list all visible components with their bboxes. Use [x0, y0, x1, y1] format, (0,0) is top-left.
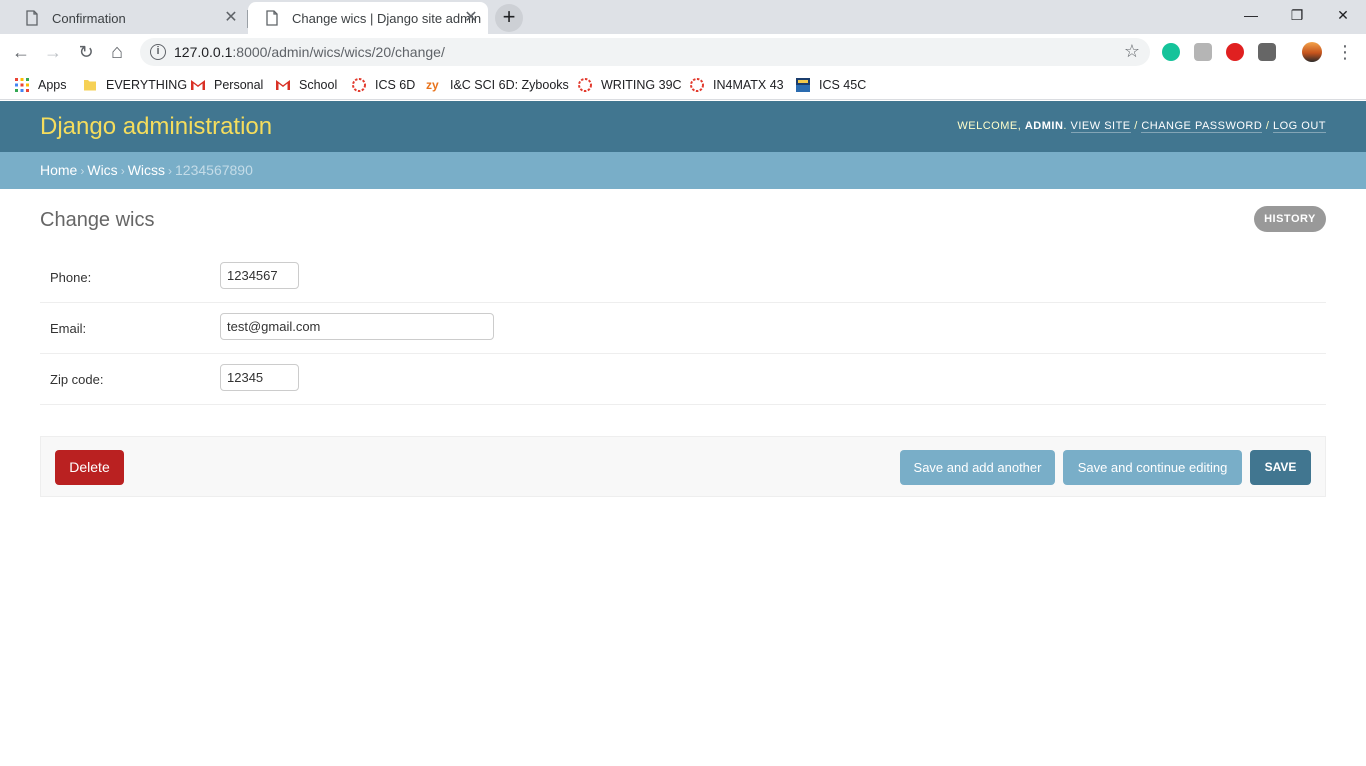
phone-field[interactable] — [220, 262, 299, 289]
delete-button[interactable]: Delete — [55, 450, 124, 485]
extension-icon[interactable] — [1194, 43, 1212, 61]
tab-close-icon[interactable]: ✕ — [222, 9, 240, 27]
adblock-extension-icon[interactable] — [1226, 43, 1244, 61]
bookmark-zybooks[interactable]: zy I&C SCI 6D: Zybooks — [426, 76, 569, 94]
site-branding[interactable]: Django administration — [40, 113, 272, 141]
restore-button[interactable]: ❐ — [1274, 0, 1320, 32]
site-info-icon[interactable]: i — [150, 44, 166, 60]
breadcrumb-separator: › — [120, 164, 125, 178]
url-path: :8000/admin/wics/wics/20/change/ — [232, 44, 445, 60]
zybooks-icon: zy — [426, 78, 439, 92]
page-title: Change wics — [40, 209, 155, 231]
welcome-text: WELCOME, — [957, 120, 1022, 132]
bookmark-label: Personal — [214, 78, 264, 92]
bookmark-ics-45c[interactable]: ICS 45C — [795, 76, 866, 94]
save-and-add-another-button[interactable]: Save and add another — [900, 450, 1055, 485]
bookmark-label: EVERYTHING — [106, 78, 188, 92]
forward-button[interactable]: → — [40, 39, 66, 65]
save-button[interactable]: SAVE — [1250, 450, 1311, 485]
tab-title: Confirmation — [52, 10, 126, 26]
tab-close-icon[interactable]: ✕ — [462, 9, 480, 27]
page-icon — [24, 10, 40, 26]
username: ADMIN — [1024, 120, 1064, 132]
view-site-link[interactable]: VIEW SITE — [1070, 120, 1131, 133]
gmail-icon — [275, 77, 291, 93]
zip-code-field[interactable] — [220, 364, 299, 391]
address-bar[interactable]: i 127.0.0.1:8000/admin/wics/wics/20/chan… — [140, 38, 1150, 66]
tab-confirmation[interactable]: Confirmation ✕ — [8, 2, 248, 34]
bookmark-school[interactable]: School — [275, 76, 337, 94]
bookmark-label: Apps — [38, 78, 67, 92]
breadcrumb-separator: › — [80, 164, 85, 178]
gmail-icon — [190, 77, 206, 93]
bookmark-label: ICS 6D — [375, 78, 416, 92]
bookmarks-bar: Apps EVERYTHING Personal School ICS 6D z… — [0, 70, 1366, 100]
form-row-email: Email: — [40, 303, 1326, 354]
bookmark-label: WRITING 39C — [601, 78, 682, 92]
log-out-link[interactable]: LOG OUT — [1272, 120, 1326, 133]
breadcrumb-separator: › — [168, 164, 173, 178]
tab-title: Change wics | Django site admin — [292, 10, 482, 26]
bookmark-everything[interactable]: EVERYTHING — [82, 76, 187, 94]
grammarly-extension-icon[interactable] — [1162, 43, 1180, 61]
breadcrumb-wicss-model[interactable]: Wicss — [128, 162, 165, 178]
url-host: 127.0.0.1 — [174, 44, 233, 60]
bookmark-label: ICS 45C — [819, 78, 867, 92]
form-row-phone: Phone: — [40, 252, 1326, 303]
bookmark-in4matx-43[interactable]: IN4MATX 43 — [689, 76, 784, 94]
email-label: Email: — [50, 321, 87, 336]
profile-avatar[interactable] — [1302, 42, 1322, 62]
breadcrumb-wics-app[interactable]: Wics — [87, 162, 117, 178]
minimize-button[interactable]: — — [1228, 0, 1274, 32]
bookmark-label: IN4MATX 43 — [713, 78, 784, 92]
bookmark-label: School — [299, 78, 338, 92]
form-row-zip-code: Zip code: — [40, 354, 1326, 405]
bookmark-apps[interactable]: Apps — [14, 76, 67, 94]
browser-toolbar: ← → ↻ ⌂ i 127.0.0.1:8000/admin/wics/wics… — [0, 34, 1366, 70]
tab-change-wics[interactable]: Change wics | Django site admin ✕ — [248, 2, 488, 34]
bookmark-star-icon[interactable]: ☆ — [1124, 41, 1140, 62]
extension-icon[interactable] — [1258, 43, 1276, 61]
close-window-button[interactable]: ✕ — [1320, 0, 1366, 32]
browser-menu-icon[interactable]: ⋮ — [1336, 39, 1354, 65]
breadcrumb-home[interactable]: Home — [40, 162, 77, 178]
submit-row: Delete Save and add another Save and con… — [40, 436, 1326, 497]
canvas-icon — [689, 77, 705, 93]
canvas-icon — [351, 77, 367, 93]
page-icon — [264, 10, 280, 26]
canvas-icon — [577, 77, 593, 93]
reload-button[interactable]: ↻ — [73, 39, 99, 65]
new-tab-button[interactable]: + — [495, 4, 523, 32]
browser-tabstrip: Confirmation ✕ Change wics | Django site… — [0, 0, 1366, 34]
phone-label: Phone: — [50, 270, 92, 285]
apps-grid-icon — [14, 77, 30, 93]
bookmark-writing-39c[interactable]: WRITING 39C — [577, 76, 682, 94]
breadcrumb: Home › Wics › Wicss › 1234567890 — [0, 152, 1366, 189]
uci-ics-icon — [795, 77, 811, 93]
bookmark-personal[interactable]: Personal — [190, 76, 263, 94]
home-button[interactable]: ⌂ — [104, 39, 130, 65]
back-button[interactable]: ← — [8, 39, 34, 65]
admin-header: Django administration WELCOME, ADMIN. VI… — [0, 101, 1366, 152]
bookmark-ics-6d[interactable]: ICS 6D — [351, 76, 415, 94]
history-button[interactable]: HISTORY — [1254, 206, 1326, 232]
folder-icon — [82, 77, 98, 93]
change-password-link[interactable]: CHANGE PASSWORD — [1141, 120, 1263, 133]
user-tools: WELCOME, ADMIN. VIEW SITE / CHANGE PASSW… — [957, 120, 1326, 133]
bookmark-label: I&C SCI 6D: Zybooks — [450, 78, 569, 92]
breadcrumb-current: 1234567890 — [175, 162, 253, 178]
save-and-continue-button[interactable]: Save and continue editing — [1063, 450, 1242, 485]
email-field[interactable] — [220, 313, 494, 340]
url-text[interactable]: 127.0.0.1:8000/admin/wics/wics/20/change… — [174, 44, 445, 60]
zip-code-label: Zip code: — [50, 372, 104, 387]
